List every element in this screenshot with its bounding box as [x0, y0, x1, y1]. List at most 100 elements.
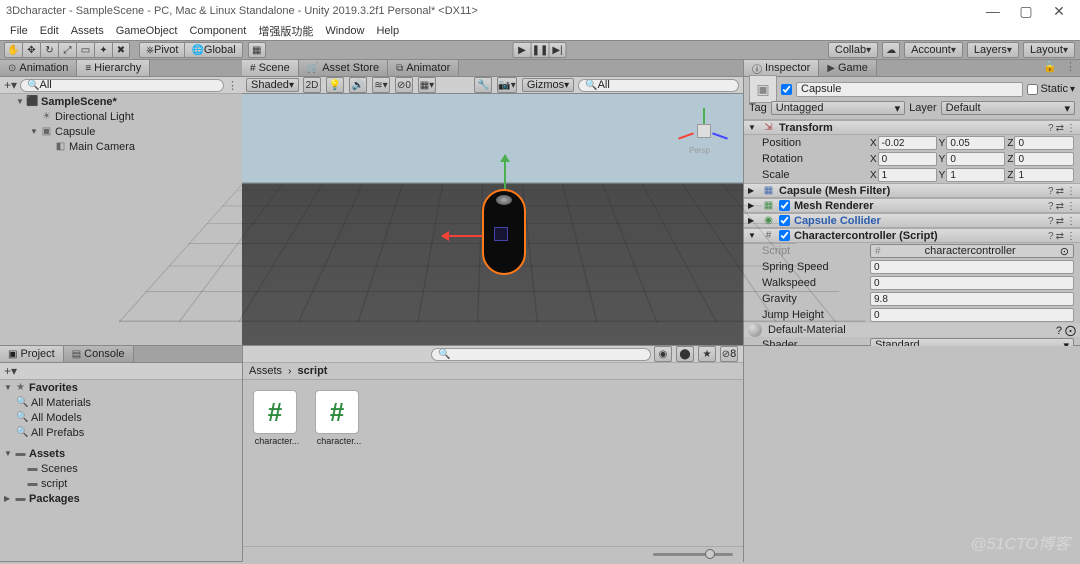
jump-height-field[interactable] [870, 308, 1074, 322]
grid-icon[interactable]: ▦▾ [418, 77, 436, 93]
lighting-icon[interactable]: 💡 [326, 77, 344, 93]
pivot-toggle[interactable]: ⎈ Pivot [139, 42, 184, 58]
rotate-tool-icon[interactable]: ↻ [40, 42, 58, 58]
move-tool-icon[interactable]: ✥ [22, 42, 40, 58]
snap-icon[interactable]: ▦ [248, 42, 266, 58]
fav-filter-icon[interactable]: ★ [698, 346, 716, 362]
component-transform[interactable]: ▼⇲ Transform ?⇄⋮ [744, 120, 1080, 135]
tab-game[interactable]: ▶ Game [819, 60, 877, 76]
object-name-field[interactable] [796, 82, 1023, 97]
collab-dropdown[interactable]: Collab ▾ [828, 42, 878, 58]
orientation-gizmo[interactable]: Persp [679, 106, 729, 156]
material-header[interactable]: Default-Material? ⨀ [744, 323, 1080, 337]
menu-help[interactable]: Help [370, 25, 405, 37]
rot-y[interactable] [946, 152, 1005, 166]
favorites-folder[interactable]: ▼★Favorites [0, 380, 242, 395]
scl-y[interactable] [946, 168, 1005, 182]
pos-x[interactable] [878, 136, 937, 150]
static-checkbox[interactable] [1027, 84, 1038, 95]
pos-y[interactable] [946, 136, 1005, 150]
preset-icon[interactable]: ⇄ [1056, 123, 1064, 134]
capsule-object[interactable] [482, 189, 526, 275]
layer-dropdown[interactable]: Default▾ [941, 101, 1075, 115]
tab-animator[interactable]: ⧉ Animator [388, 60, 459, 76]
walkspeed-field[interactable] [870, 276, 1074, 290]
pause-button-icon[interactable]: ❚❚ [531, 42, 549, 58]
gravity-field[interactable] [870, 292, 1074, 306]
scl-x[interactable] [878, 168, 937, 182]
create-dropdown-icon[interactable]: +▾ [4, 78, 17, 92]
component-meshfilter[interactable]: ▶▦Capsule (Mesh Filter)?⇄⋮ [744, 183, 1080, 198]
tab-animation[interactable]: ⊙ Animation [0, 60, 77, 76]
tab-project[interactable]: ▣ Project [0, 346, 64, 362]
menu-window[interactable]: Window [319, 25, 370, 37]
thumbnail-size-slider[interactable] [243, 546, 743, 562]
fx-icon[interactable]: ≋▾ [372, 77, 390, 93]
fav-prefabs[interactable]: 🔍All Prefabs [0, 425, 242, 440]
menu-extra[interactable]: 增强版功能 [252, 23, 319, 39]
minimize-icon[interactable]: — [978, 3, 1008, 19]
project-search[interactable]: 🔍 [431, 348, 651, 361]
cloud-icon[interactable]: ☁ [882, 42, 900, 58]
scale-tool-icon[interactable]: ⤢ [58, 42, 76, 58]
filter-type-icon[interactable]: ⬤ [676, 346, 694, 362]
scene-search[interactable]: 🔍 All [578, 79, 739, 92]
asset-item[interactable]: #character... [253, 390, 301, 536]
scene-viewport[interactable]: Persp [242, 94, 743, 345]
menu-component[interactable]: Component [183, 25, 252, 37]
camera-settings-icon[interactable]: 📷▾ [497, 77, 516, 93]
transform-tool-icon[interactable]: ✦ [94, 42, 112, 58]
menu-file[interactable]: File [4, 25, 34, 37]
global-toggle[interactable]: 🌐 Global [184, 42, 242, 58]
menu-edit[interactable]: Edit [34, 25, 65, 37]
hierarchy-item-light[interactable]: ☀Directional Light [0, 109, 242, 124]
layers-dropdown[interactable]: Layers ▾ [967, 42, 1019, 58]
menu-assets[interactable]: Assets [65, 25, 110, 37]
lock-icon[interactable]: 🔒 [1039, 60, 1061, 76]
step-button-icon[interactable]: ▶| [549, 42, 567, 58]
panel-menu-icon[interactable]: ⋮ [227, 79, 238, 92]
help-icon[interactable]: ? [1048, 123, 1054, 134]
hidden-count-icon[interactable]: ⊘8 [720, 346, 738, 362]
gameobject-cube-icon[interactable]: ▣ [749, 75, 777, 103]
fav-models[interactable]: 🔍All Models [0, 410, 242, 425]
tab-console[interactable]: ▤ Console [64, 346, 134, 362]
rot-x[interactable] [878, 152, 937, 166]
account-dropdown[interactable]: Account ▾ [904, 42, 963, 58]
filter-icon[interactable]: ◉ [654, 346, 672, 362]
close-icon[interactable]: ✕ [1044, 3, 1074, 20]
pos-z[interactable] [1014, 136, 1074, 150]
rot-z[interactable] [1014, 152, 1074, 166]
menu-icon[interactable]: ⋮ [1066, 123, 1076, 134]
audio-icon[interactable]: 🔊 [349, 77, 367, 93]
z-handle-icon[interactable] [494, 227, 508, 241]
rect-tool-icon[interactable]: ▭ [76, 42, 94, 58]
shading-mode-dropdown[interactable]: Shaded ▾ [246, 78, 299, 92]
tools-icon[interactable]: 🔧 [474, 77, 492, 93]
breadcrumb[interactable]: Assets › script [243, 363, 743, 380]
asset-grid[interactable]: #character... #character... [243, 380, 743, 546]
2d-toggle[interactable]: 2D [303, 77, 321, 93]
play-button-icon[interactable]: ▶ [513, 42, 531, 58]
custom-tool-icon[interactable]: ✖ [112, 42, 130, 58]
tag-dropdown[interactable]: Untagged▾ [771, 101, 905, 115]
maximize-icon[interactable]: ▢ [1011, 3, 1041, 20]
fav-materials[interactable]: 🔍All Materials [0, 395, 242, 410]
asset-item[interactable]: #character... [315, 390, 363, 536]
hierarchy-search[interactable]: 🔍 All [20, 79, 224, 92]
tab-inspector[interactable]: ⓘ Inspector [744, 60, 819, 76]
tab-asset-store[interactable]: 🛒 Asset Store [299, 60, 388, 76]
project-tree[interactable]: ▼★Favorites 🔍All Materials 🔍All Models 🔍… [0, 380, 242, 562]
scenes-folder[interactable]: ▬Scenes [0, 461, 242, 476]
gizmos-dropdown[interactable]: Gizmos ▾ [522, 78, 574, 92]
hand-tool-icon[interactable]: ✋ [4, 42, 22, 58]
menu-gameobject[interactable]: GameObject [110, 25, 184, 37]
component-meshrenderer[interactable]: ▶▦Mesh Renderer?⇄⋮ [744, 198, 1080, 213]
hidden-icon[interactable]: ⊘0 [395, 77, 413, 93]
panel-menu-icon[interactable]: ⋮ [1061, 60, 1080, 76]
scl-z[interactable] [1014, 168, 1074, 182]
tab-scene[interactable]: # Scene [242, 60, 299, 76]
assets-folder[interactable]: ▼▬Assets [0, 446, 242, 461]
spring-speed-field[interactable] [870, 260, 1074, 274]
component-capsulecollider[interactable]: ▶◉Capsule Collider?⇄⋮ [744, 213, 1080, 228]
